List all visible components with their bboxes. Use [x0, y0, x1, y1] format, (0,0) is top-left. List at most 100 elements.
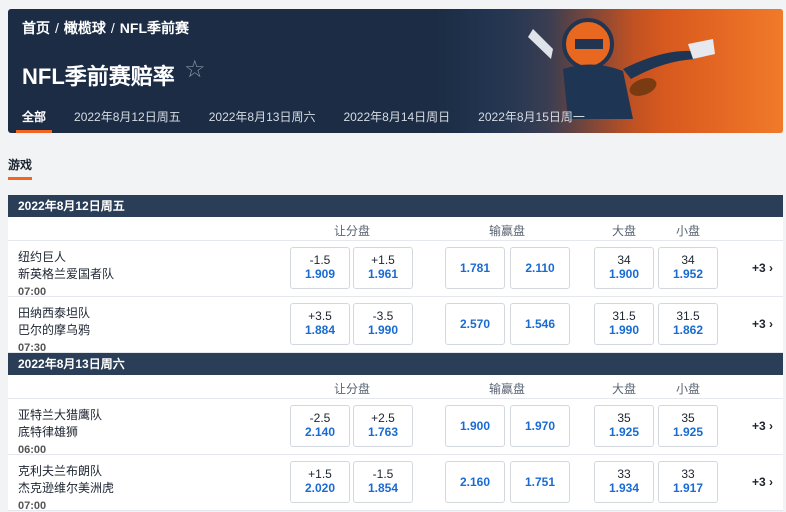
away-team[interactable]: 巴尔的摩乌鸦	[18, 321, 90, 338]
odds-price: 2.570	[459, 317, 491, 331]
over-odds[interactable]: 34 1.900	[594, 247, 654, 289]
odds-price: 1.900	[608, 267, 640, 281]
game-row[interactable]: 纽约巨人 新英格兰爱国者队 07:00 -1.5 1.909 +1.5 1.961 1.781…	[8, 241, 783, 298]
moneyline-home-odds[interactable]: 2.160	[445, 461, 505, 503]
odds-line: 33	[681, 467, 695, 481]
odds-price: 1.990	[367, 323, 399, 337]
moneyline-home-odds[interactable]: 2.570	[445, 303, 505, 345]
moneyline-home-odds[interactable]: 1.781	[445, 247, 505, 289]
spread-away-odds[interactable]: +1.5 1.961	[353, 247, 413, 289]
under-header: 小盘	[676, 224, 701, 238]
moneyline-header: 输赢盘	[489, 224, 526, 238]
odds-line: 31.5	[612, 309, 636, 323]
moneyline-header: 输赢盘	[489, 382, 526, 396]
moneyline-away-odds[interactable]: 1.546	[510, 303, 570, 345]
game-time: 07:00	[18, 500, 47, 512]
odds-price: 1.925	[672, 425, 704, 439]
odds-price: 1.900	[459, 419, 491, 433]
odds-line: +1.5	[371, 253, 395, 267]
tab-all[interactable]: 全部	[8, 103, 60, 133]
home-team[interactable]: 亚特兰大猎鹰队	[18, 406, 102, 423]
tab-date[interactable]: 2022年8月15日周一	[464, 103, 599, 133]
moneyline-away-odds[interactable]: 1.751	[510, 461, 570, 503]
away-team[interactable]: 杰克逊维尔美洲虎	[18, 479, 114, 496]
odds-price: 2.020	[304, 481, 336, 495]
odds-price: 1.751	[524, 475, 556, 489]
date-tabs: 全部 2022年8月12日周五 2022年8月13日周六 2022年8月14日周…	[8, 103, 599, 133]
odds-price: 1.917	[672, 481, 704, 495]
odds-line: +3.5	[308, 309, 332, 323]
odds-line: 35	[681, 411, 695, 425]
section-underline	[8, 177, 32, 180]
odds-line: 34	[617, 253, 631, 267]
spread-away-odds[interactable]: -3.5 1.990	[353, 303, 413, 345]
under-odds[interactable]: 33 1.917	[658, 461, 718, 503]
over-odds[interactable]: 35 1.925	[594, 405, 654, 447]
odds-price: 1.781	[459, 261, 491, 275]
odds-price: 2.160	[459, 475, 491, 489]
breadcrumb-league[interactable]: NFL季前赛	[120, 18, 189, 38]
tab-date[interactable]: 2022年8月12日周五	[60, 103, 195, 133]
odds-price: 1.990	[608, 323, 640, 337]
tab-date[interactable]: 2022年8月13日周六	[195, 103, 330, 133]
odds-price: 1.934	[608, 481, 640, 495]
odds-price: 1.546	[524, 317, 556, 331]
tab-date[interactable]: 2022年8月14日周日	[329, 103, 464, 133]
moneyline-home-odds[interactable]: 1.900	[445, 405, 505, 447]
spread-home-odds[interactable]: +3.5 1.884	[290, 303, 350, 345]
odds-price: 1.925	[608, 425, 640, 439]
home-team[interactable]: 田纳西泰坦队	[18, 304, 90, 321]
more-markets-button[interactable]: +3 ›	[752, 261, 773, 275]
spread-away-odds[interactable]: -1.5 1.854	[353, 461, 413, 503]
odds-price: 1.884	[304, 323, 336, 337]
breadcrumb-home[interactable]: 首页	[22, 18, 50, 38]
more-markets-button[interactable]: +3 ›	[752, 419, 773, 433]
odds-line: -3.5	[372, 309, 394, 323]
spread-home-odds[interactable]: -2.5 2.140	[290, 405, 350, 447]
over-odds[interactable]: 33 1.934	[594, 461, 654, 503]
odds-line: +2.5	[371, 411, 395, 425]
moneyline-away-odds[interactable]: 1.970	[510, 405, 570, 447]
breadcrumb-sport[interactable]: 橄榄球	[64, 18, 106, 38]
spread-home-odds[interactable]: -1.5 1.909	[290, 247, 350, 289]
odds-price: 1.952	[672, 267, 704, 281]
odds-price: 1.862	[672, 323, 704, 337]
page-title: NFL季前赛赔率	[22, 64, 175, 89]
odds-line: 35	[617, 411, 631, 425]
odds-line: 33	[617, 467, 631, 481]
home-team[interactable]: 克利夫兰布朗队	[18, 462, 102, 479]
odds-price: 2.110	[525, 261, 555, 275]
odds-line: -2.5	[309, 411, 331, 425]
away-team[interactable]: 新英格兰爱国者队	[18, 265, 114, 282]
spread-home-odds[interactable]: +1.5 2.020	[290, 461, 350, 503]
moneyline-away-odds[interactable]: 2.110	[510, 247, 570, 289]
odds-price: 1.970	[524, 419, 556, 433]
under-odds[interactable]: 31.5 1.862	[658, 303, 718, 345]
more-markets-button[interactable]: +3 ›	[752, 475, 773, 489]
game-row[interactable]: 克利夫兰布朗队 杰克逊维尔美洲虎 07:00 +1.5 2.020 -1.5 1.854 2.…	[8, 455, 783, 512]
odds-price: 2.140	[304, 425, 336, 439]
favorite-star-icon[interactable]: ☆	[184, 55, 206, 84]
over-odds[interactable]: 31.5 1.990	[594, 303, 654, 345]
game-row[interactable]: 亚特兰大猎鹰队 底特律雄狮 06:00 -2.5 2.140 +2.5 1.763 1.900…	[8, 399, 783, 456]
column-headers: 让分盘 输赢盘 大盘 小盘	[8, 375, 783, 399]
odds-line: +1.5	[308, 467, 332, 481]
odds-price: 1.763	[367, 425, 399, 439]
odds-line: 31.5	[676, 309, 700, 323]
under-odds[interactable]: 35 1.925	[658, 405, 718, 447]
more-markets-button[interactable]: +3 ›	[752, 317, 773, 331]
away-team[interactable]: 底特律雄狮	[18, 423, 78, 440]
odds-price: 1.961	[367, 267, 399, 281]
odds-line: 34	[681, 253, 695, 267]
odds-price: 1.909	[304, 267, 336, 281]
game-row[interactable]: 田纳西泰坦队 巴尔的摩乌鸦 07:30 +3.5 1.884 -3.5 1.990 2.570…	[8, 297, 783, 354]
date-header: 2022年8月13日周六	[8, 353, 783, 375]
section-title: 游戏	[8, 158, 33, 172]
over-header: 大盘	[612, 382, 637, 396]
under-odds[interactable]: 34 1.952	[658, 247, 718, 289]
home-team[interactable]: 纽约巨人	[18, 248, 66, 265]
spread-header: 让分盘	[334, 224, 371, 238]
spread-away-odds[interactable]: +2.5 1.763	[353, 405, 413, 447]
under-header: 小盘	[676, 382, 701, 396]
over-header: 大盘	[612, 224, 637, 238]
